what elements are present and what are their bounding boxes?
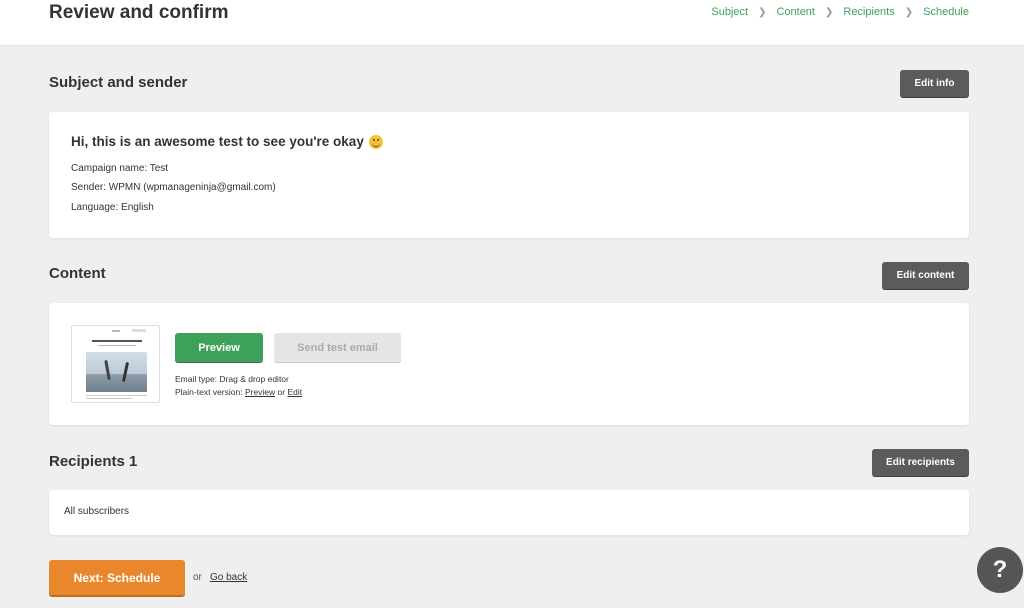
recipients-card: All subscribers [49, 490, 969, 535]
grinning-face-icon [368, 134, 383, 149]
chevron-right-icon: ❯ [824, 6, 834, 18]
thumbnail-subheading [98, 345, 136, 346]
top-bar: Review and confirm Subject ❯ Content ❯ R… [0, 0, 1024, 46]
thumbnail-logo [112, 330, 120, 332]
chevron-right-icon: ❯ [758, 6, 767, 18]
plain-text-preview-link[interactable]: Preview [245, 387, 275, 397]
plain-text-label: Plain-text version: [175, 387, 243, 397]
sender: Sender: WPMN (wpmanageninja@gmail.com) [71, 182, 276, 193]
step-recipients[interactable]: Recipients [843, 6, 894, 18]
plain-text-line: Plain-text version: Preview or Edit [175, 387, 302, 397]
chevron-right-icon: ❯ [904, 6, 914, 18]
subject-text: Hi, this is an awesome test to see you'r… [71, 134, 364, 149]
campaign-name: Campaign name: Test [71, 163, 169, 174]
edit-recipients-button[interactable]: Edit recipients [872, 449, 969, 476]
thumbnail-line [86, 398, 132, 399]
subject-line: Hi, this is an awesome test to see you'r… [71, 134, 383, 149]
edit-content-button[interactable]: Edit content [882, 262, 969, 289]
email-type: Email type: Drag & drop editor [175, 374, 289, 384]
step-subject[interactable]: Subject [711, 6, 748, 18]
plain-text-edit-link[interactable]: Edit [287, 387, 302, 397]
content-card: Preview Send test email Email type: Drag… [49, 303, 969, 425]
recipients-value: All subscribers [64, 506, 130, 517]
help-icon[interactable]: ? [977, 547, 1023, 593]
thumbnail-image [86, 352, 147, 392]
page-title: Review and confirm [49, 2, 229, 23]
step-content[interactable]: Content [776, 6, 815, 18]
edit-info-button[interactable]: Edit info [900, 70, 969, 97]
subject-section-title: Subject and sender [49, 74, 188, 91]
plain-text-or: or [277, 387, 286, 397]
go-back-link[interactable]: Go back [210, 572, 247, 583]
email-thumbnail[interactable] [71, 325, 160, 403]
or-text: or [193, 572, 202, 583]
preview-button[interactable]: Preview [175, 333, 263, 362]
send-test-email-button: Send test email [274, 333, 401, 362]
content-section-title: Content [49, 265, 106, 282]
breadcrumb: Subject ❯ Content ❯ Recipients ❯ Schedul… [711, 6, 969, 18]
subject-card: Hi, this is an awesome test to see you'r… [49, 112, 969, 238]
thumbnail-heading [92, 340, 142, 342]
step-schedule[interactable]: Schedule [923, 6, 969, 18]
language: Language: English [71, 202, 154, 213]
thumbnail-bar [132, 329, 146, 332]
thumbnail-line [86, 395, 147, 396]
next-schedule-button[interactable]: Next: Schedule [49, 560, 185, 595]
recipients-section-title: Recipients 1 [49, 453, 138, 470]
